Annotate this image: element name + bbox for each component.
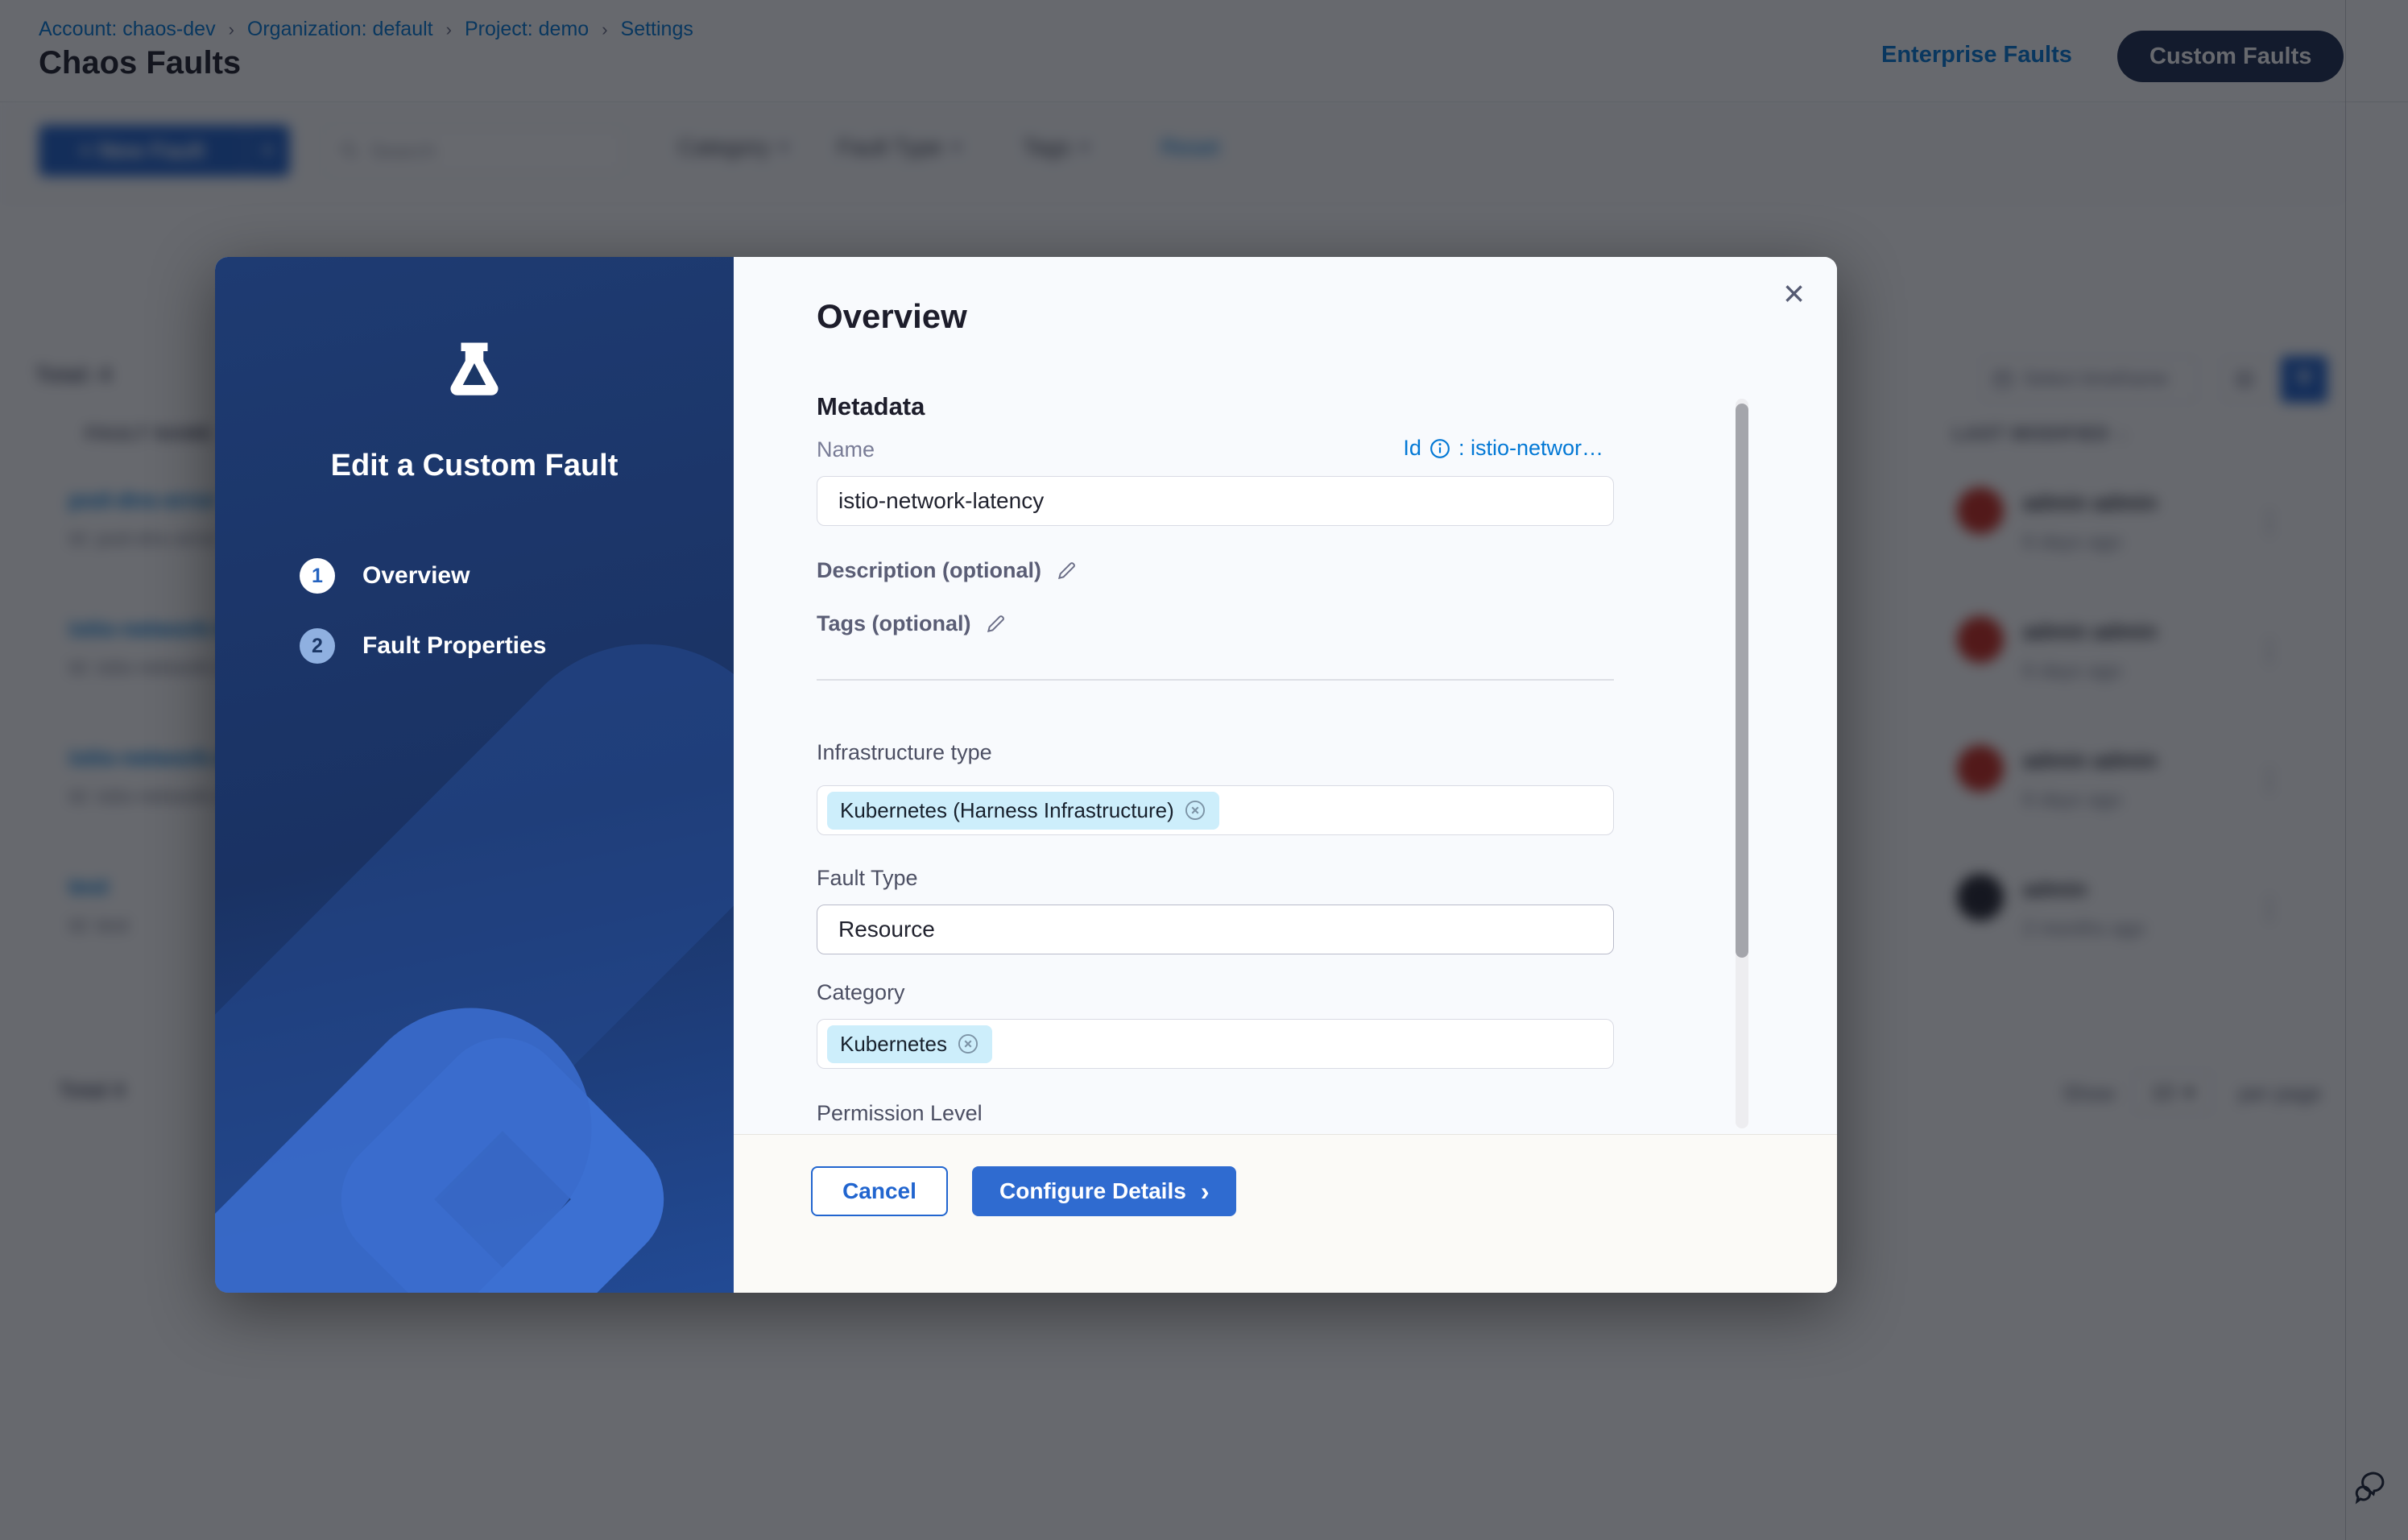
step-number-badge: 2 <box>300 628 335 664</box>
cancel-button[interactable]: Cancel <box>811 1166 948 1216</box>
step-label: Fault Properties <box>362 632 546 660</box>
infrastructure-chip[interactable]: Kubernetes (Harness Infrastructure) <box>827 792 1219 830</box>
configure-details-button[interactable]: Configure Details › <box>972 1166 1236 1216</box>
metadata-heading: Metadata <box>817 392 925 421</box>
fault-type-input[interactable] <box>817 905 1614 954</box>
category-chip-label: Kubernetes <box>840 1032 947 1057</box>
chevron-right-icon: › <box>1201 1177 1210 1207</box>
fault-type-label: Fault Type <box>817 866 918 891</box>
form-heading: Overview <box>817 297 967 336</box>
step-number-badge: 1 <box>300 558 335 594</box>
pencil-icon[interactable] <box>1056 561 1077 582</box>
wizard-panel: Edit a Custom Fault 1 Overview 2 Fault P… <box>215 257 734 1293</box>
infrastructure-type-label: Infrastructure type <box>817 740 992 765</box>
name-input[interactable] <box>817 476 1614 526</box>
chaos-faults-page: Account: chaos-dev › Organization: defau… <box>0 0 2408 1540</box>
close-icon[interactable]: × <box>1783 275 1805 312</box>
flask-icon <box>443 339 506 406</box>
remove-chip-icon[interactable] <box>1184 799 1206 822</box>
infrastructure-type-input[interactable]: Kubernetes (Harness Infrastructure) <box>817 785 1614 835</box>
tags-label: Tags (optional) <box>817 611 970 636</box>
pencil-icon[interactable] <box>985 614 1006 635</box>
step-label: Overview <box>362 562 470 590</box>
category-label: Category <box>817 980 905 1005</box>
description-label: Description (optional) <box>817 558 1041 583</box>
section-divider <box>817 679 1614 681</box>
category-chip[interactable]: Kubernetes <box>827 1025 992 1063</box>
modal-footer: Cancel Configure Details › <box>734 1134 1837 1293</box>
category-input[interactable]: Kubernetes <box>817 1019 1614 1069</box>
wizard-step-overview[interactable]: 1 Overview <box>300 558 470 594</box>
wizard-title: Edit a Custom Fault <box>215 449 734 483</box>
id-value: : istio-networ… <box>1458 436 1603 461</box>
tags-edit-row[interactable]: Tags (optional) <box>817 611 1006 636</box>
wizard-step-fault-properties[interactable]: 2 Fault Properties <box>300 628 546 664</box>
modal-scrollbar-thumb[interactable] <box>1736 404 1748 958</box>
configure-details-label: Configure Details <box>999 1178 1186 1204</box>
edit-custom-fault-modal: Edit a Custom Fault 1 Overview 2 Fault P… <box>215 257 1837 1293</box>
permission-level-label: Permission Level <box>817 1101 983 1126</box>
id-label: Id <box>1403 436 1421 461</box>
overview-form-panel: × Overview Metadata Name Id : istio-netw… <box>734 257 1837 1293</box>
remove-chip-icon[interactable] <box>957 1033 979 1055</box>
description-edit-row[interactable]: Description (optional) <box>817 558 1077 583</box>
name-field-label: Name <box>817 437 875 462</box>
infrastructure-chip-label: Kubernetes (Harness Infrastructure) <box>840 798 1174 823</box>
fault-id-link[interactable]: Id : istio-networ… <box>1403 436 1603 461</box>
info-icon <box>1429 438 1450 459</box>
